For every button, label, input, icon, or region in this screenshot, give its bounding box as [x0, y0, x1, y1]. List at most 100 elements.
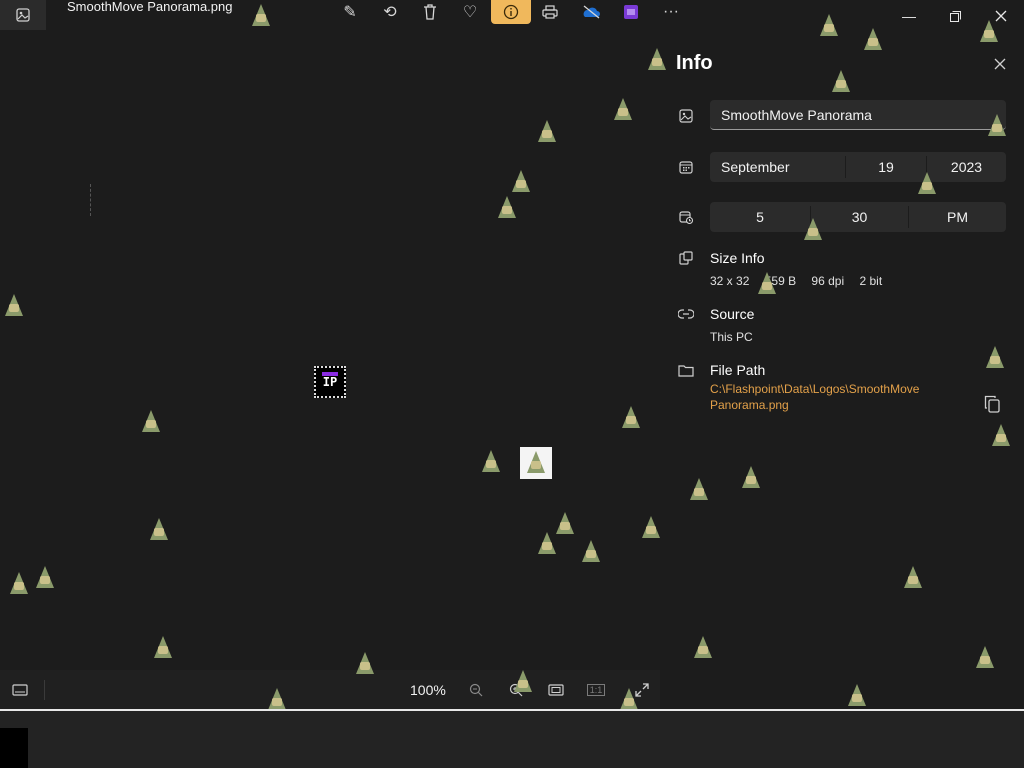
favorite-icon: ♡ — [462, 4, 478, 21]
date-day[interactable]: 19 — [846, 152, 926, 182]
zoom-level[interactable]: 100% — [410, 682, 446, 698]
file-name-field[interactable]: SmoothMove Panorama — [710, 100, 1006, 130]
sprite-icon — [582, 540, 600, 562]
minimize-icon: — — [902, 8, 916, 24]
sprite-icon — [694, 636, 712, 658]
time-minute[interactable]: 30 — [811, 202, 908, 232]
sprite-icon — [268, 688, 286, 710]
close-icon — [994, 58, 1006, 70]
editor-gutter — [0, 728, 28, 768]
actual-size-button[interactable]: 1:1 — [584, 678, 608, 702]
displayed-image: IP — [314, 366, 346, 398]
info-panel-title: Info — [676, 52, 713, 74]
delete-icon — [424, 4, 436, 20]
edit-image-button[interactable]: ✎ — [330, 0, 370, 24]
info-button[interactable] — [491, 0, 531, 24]
size-info-title: Size Info — [710, 250, 765, 266]
sprite-icon — [482, 450, 500, 472]
file-name-value: SmoothMove Panorama — [721, 106, 872, 123]
time-picker[interactable]: 5 30 PM — [710, 202, 1006, 232]
filmstrip-icon — [12, 684, 28, 696]
sprite-icon — [980, 20, 998, 42]
floating-image — [520, 447, 552, 479]
sprite-icon — [512, 170, 530, 192]
filmstrip-button[interactable] — [8, 678, 32, 702]
rotate-button[interactable]: ⟲ — [370, 0, 410, 24]
sprite-icon — [848, 684, 866, 706]
zoom-bar: 100% 1:1 — [0, 670, 660, 710]
copy-icon — [984, 395, 1000, 413]
sprite-icon — [988, 114, 1006, 136]
fit-window-icon — [548, 684, 564, 696]
maximize-button[interactable] — [932, 2, 978, 30]
photos-app-icon — [0, 0, 46, 30]
sprite-icon — [742, 466, 760, 488]
file-name-title: SmoothMove Panorama.png — [67, 0, 233, 14]
print-button[interactable] — [530, 0, 570, 24]
image-canvas[interactable]: IP — [0, 32, 660, 668]
sprite-icon — [690, 478, 708, 500]
info-icon — [503, 4, 519, 20]
close-info-button[interactable] — [988, 52, 1012, 76]
sprite-icon — [864, 28, 882, 50]
date-month[interactable]: September — [710, 152, 845, 182]
sprite-icon — [620, 688, 638, 710]
sprite-icon — [614, 98, 632, 120]
canvas-artifact — [90, 184, 91, 216]
sprite-icon — [5, 294, 23, 316]
favorite-button[interactable]: ♡ — [450, 0, 490, 24]
sprite-icon — [356, 652, 374, 674]
sprite-icon — [252, 4, 270, 26]
file-path-title: File Path — [710, 362, 766, 378]
sprite-icon — [514, 670, 532, 692]
link-icon — [678, 306, 694, 322]
info-panel: Info SmoothMove Panorama September 19 20… — [660, 32, 1024, 710]
clipchamp-button[interactable] — [611, 0, 651, 24]
time-hour[interactable]: 5 — [710, 202, 810, 232]
fit-to-window-button[interactable] — [544, 678, 568, 702]
sprite-icon — [804, 218, 822, 240]
sprite-icon — [150, 518, 168, 540]
sprite-icon — [648, 48, 666, 70]
more-options-button[interactable]: ··· — [651, 0, 691, 24]
file-path-link[interactable]: C:\Flashpoint\Data\Logos\SmoothMove Pano… — [710, 381, 950, 413]
maximize-icon — [949, 10, 961, 22]
print-icon — [542, 5, 558, 19]
sprite-icon — [992, 424, 1010, 446]
sprite-icon — [758, 272, 776, 294]
image-stripe — [322, 372, 338, 376]
copy-path-button[interactable] — [980, 392, 1004, 416]
time-period[interactable]: PM — [909, 202, 1006, 232]
zoom-bar-divider — [44, 680, 45, 700]
image-icon — [678, 108, 694, 124]
onedrive-button[interactable] — [571, 0, 611, 24]
sprite-icon — [538, 120, 556, 142]
zoom-out-icon — [469, 683, 483, 697]
sprite-icon — [142, 410, 160, 432]
actual-size-icon: 1:1 — [586, 684, 606, 696]
more-icon: ··· — [663, 3, 679, 20]
date-picker[interactable]: September 19 2023 — [710, 152, 1006, 182]
sprite-icon — [832, 70, 850, 92]
source-value: This PC — [710, 330, 753, 344]
delete-button[interactable] — [410, 0, 450, 24]
sprite-icon — [498, 196, 516, 218]
sprite-icon — [622, 406, 640, 428]
date-year[interactable]: 2023 — [927, 152, 1006, 182]
clipchamp-icon — [624, 5, 638, 19]
rotate-icon: ⟲ — [383, 4, 397, 21]
sprite-icon — [820, 14, 838, 36]
sprite-icon — [527, 451, 545, 473]
image-text: IP — [322, 375, 338, 389]
folder-icon — [678, 362, 694, 378]
sprite-icon — [36, 566, 54, 588]
sprite-icon — [556, 512, 574, 534]
calendar-icon — [678, 159, 694, 175]
sprite-icon — [10, 572, 28, 594]
sprite-icon — [904, 566, 922, 588]
zoom-out-button[interactable] — [464, 678, 488, 702]
size-info-values: 32 x 32 559 B 96 dpi 2 bit — [710, 274, 894, 288]
minimize-button[interactable]: — — [886, 2, 932, 30]
clock-calendar-icon — [678, 209, 694, 225]
sprite-icon — [154, 636, 172, 658]
